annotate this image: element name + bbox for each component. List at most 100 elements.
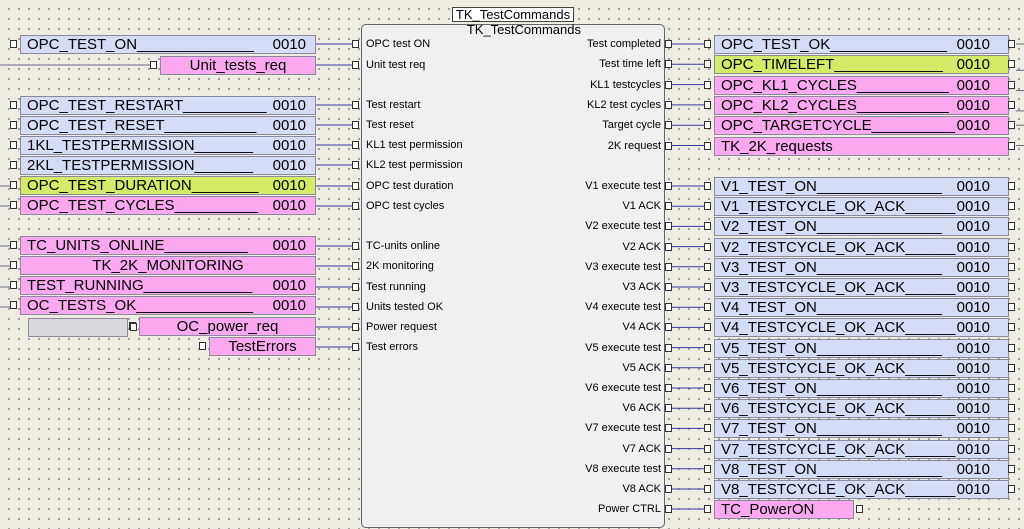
variable-connector[interactable] [704, 182, 711, 190]
output-variable[interactable]: V4_TEST_ON_______________ 0010 [714, 298, 1009, 318]
input-port[interactable] [352, 343, 359, 351]
input-port[interactable] [352, 202, 359, 210]
output-port[interactable] [665, 121, 672, 130]
variable-connector[interactable] [199, 342, 206, 350]
output-variable[interactable]: OPC_TARGETCYCLE__________ 0010 [714, 116, 1009, 136]
empty-variable[interactable] [28, 318, 128, 337]
input-port[interactable] [352, 303, 359, 311]
variable-connector[interactable] [704, 384, 711, 392]
input-variable[interactable]: TK_2K_MONITORING [20, 256, 316, 275]
variable-connector[interactable] [704, 121, 711, 130]
variable-connector[interactable] [704, 60, 711, 69]
output-port[interactable] [665, 485, 672, 493]
variable-connector[interactable] [10, 281, 17, 289]
output-variable[interactable]: V6_TESTCYCLE_OK_ACK______ 0010 [714, 399, 1009, 419]
output-port[interactable] [665, 323, 672, 332]
variable-connector[interactable] [856, 505, 863, 513]
variable-connector[interactable] [10, 241, 17, 249]
variable-connector[interactable] [1008, 60, 1015, 69]
variable-connector[interactable] [1008, 182, 1015, 190]
variable-connector[interactable] [1008, 100, 1015, 109]
output-variable[interactable]: V1_TEST_ON_______________ 0010 [714, 177, 1009, 196]
output-variable[interactable]: OPC_KL2_CYCLES___________ 0010 [714, 95, 1009, 115]
variable-connector[interactable] [10, 261, 17, 269]
variable-connector[interactable] [1008, 323, 1015, 332]
variable-connector[interactable] [1008, 242, 1015, 251]
output-variable[interactable]: TC_PowerON [714, 500, 854, 519]
input-port[interactable] [352, 323, 359, 331]
block-title-box[interactable]: TK_TestCommands [452, 7, 574, 22]
input-variable[interactable]: TEST_RUNNING_____________ 0010 [20, 276, 316, 295]
variable-connector[interactable] [1008, 262, 1015, 271]
output-variable[interactable]: V1_TESTCYCLE_OK_ACK______ 0010 [714, 197, 1009, 217]
input-port[interactable] [352, 182, 359, 190]
output-port[interactable] [665, 505, 672, 513]
output-port[interactable] [665, 404, 672, 413]
input-variable[interactable]: TestErrors [209, 337, 316, 356]
variable-connector[interactable] [1008, 40, 1015, 48]
variable-connector[interactable] [1008, 141, 1015, 150]
output-port[interactable] [665, 242, 672, 251]
variable-connector[interactable] [704, 262, 711, 271]
variable-connector[interactable] [150, 61, 157, 69]
variable-connector[interactable] [10, 301, 17, 309]
output-port[interactable] [665, 222, 672, 231]
output-port[interactable] [665, 384, 672, 392]
variable-connector[interactable] [704, 242, 711, 251]
input-port[interactable] [352, 121, 359, 129]
output-port[interactable] [665, 202, 672, 211]
variable-connector[interactable] [1008, 343, 1015, 352]
output-variable[interactable]: V2_TESTCYCLE_OK_ACK______ 0010 [714, 237, 1009, 257]
input-port[interactable] [352, 61, 359, 69]
output-port[interactable] [665, 363, 672, 372]
output-port[interactable] [665, 60, 672, 69]
variable-connector[interactable] [704, 40, 711, 48]
variable-connector[interactable] [10, 101, 17, 109]
output-variable[interactable]: V7_TEST_ON_______________ 0010 [714, 419, 1009, 439]
output-variable[interactable]: V5_TESTCYCLE_OK_ACK______ 0010 [714, 358, 1009, 378]
output-variable[interactable]: V5_TEST_ON_______________ 0010 [714, 338, 1009, 358]
output-port[interactable] [665, 141, 672, 150]
variable-connector[interactable] [1008, 424, 1015, 433]
variable-connector[interactable] [704, 363, 711, 372]
output-port[interactable] [665, 80, 672, 89]
variable-connector[interactable] [130, 323, 137, 331]
input-port[interactable] [352, 141, 359, 149]
variable-connector[interactable] [10, 141, 17, 149]
diagram-canvas[interactable]: TK_TestCommands TK_TestCommands OPC test… [0, 0, 1024, 529]
input-port[interactable] [352, 262, 359, 270]
variable-connector[interactable] [10, 201, 17, 209]
output-port[interactable] [665, 100, 672, 109]
output-variable[interactable]: V4_TESTCYCLE_OK_ACK______ 0010 [714, 318, 1009, 338]
variable-connector[interactable] [10, 40, 17, 48]
variable-connector[interactable] [704, 424, 711, 433]
input-variable[interactable]: OPC_TEST_CYCLES__________ 0010 [20, 196, 316, 215]
output-port[interactable] [665, 40, 672, 48]
variable-connector[interactable] [704, 100, 711, 109]
output-variable[interactable]: OPC_KL1_CYCLES___________ 0010 [714, 75, 1009, 95]
input-variable[interactable]: OPC_TEST_DURATION________ 0010 [20, 176, 316, 195]
output-port[interactable] [665, 424, 672, 433]
variable-connector[interactable] [704, 222, 711, 231]
output-variable[interactable]: V3_TESTCYCLE_OK_ACK______ 0010 [714, 278, 1009, 297]
variable-connector[interactable] [704, 404, 711, 413]
output-variable[interactable]: V3_TEST_ON_______________ 0010 [714, 257, 1009, 277]
variable-connector[interactable] [704, 464, 711, 473]
output-port[interactable] [665, 343, 672, 352]
variable-connector[interactable] [1008, 222, 1015, 231]
input-variable[interactable]: Unit_tests_req [160, 56, 316, 75]
output-port[interactable] [665, 464, 672, 473]
input-variable[interactable]: OPC_TEST_RESTART__________ 0010 [20, 96, 316, 115]
output-variable[interactable]: V8_TESTCYCLE_OK_ACK______ 0010 [714, 480, 1009, 499]
variable-connector[interactable] [1008, 202, 1015, 211]
output-port[interactable] [665, 262, 672, 271]
variable-connector[interactable] [704, 323, 711, 332]
variable-connector[interactable] [1008, 444, 1015, 453]
input-variable[interactable]: OC_power_req [139, 317, 316, 336]
variable-connector[interactable] [704, 80, 711, 89]
variable-connector[interactable] [1008, 404, 1015, 413]
variable-connector[interactable] [704, 343, 711, 352]
variable-connector[interactable] [704, 283, 711, 291]
input-variable[interactable]: OC_TESTS_OK______________ 0010 [20, 296, 316, 315]
variable-connector[interactable] [1008, 464, 1015, 473]
